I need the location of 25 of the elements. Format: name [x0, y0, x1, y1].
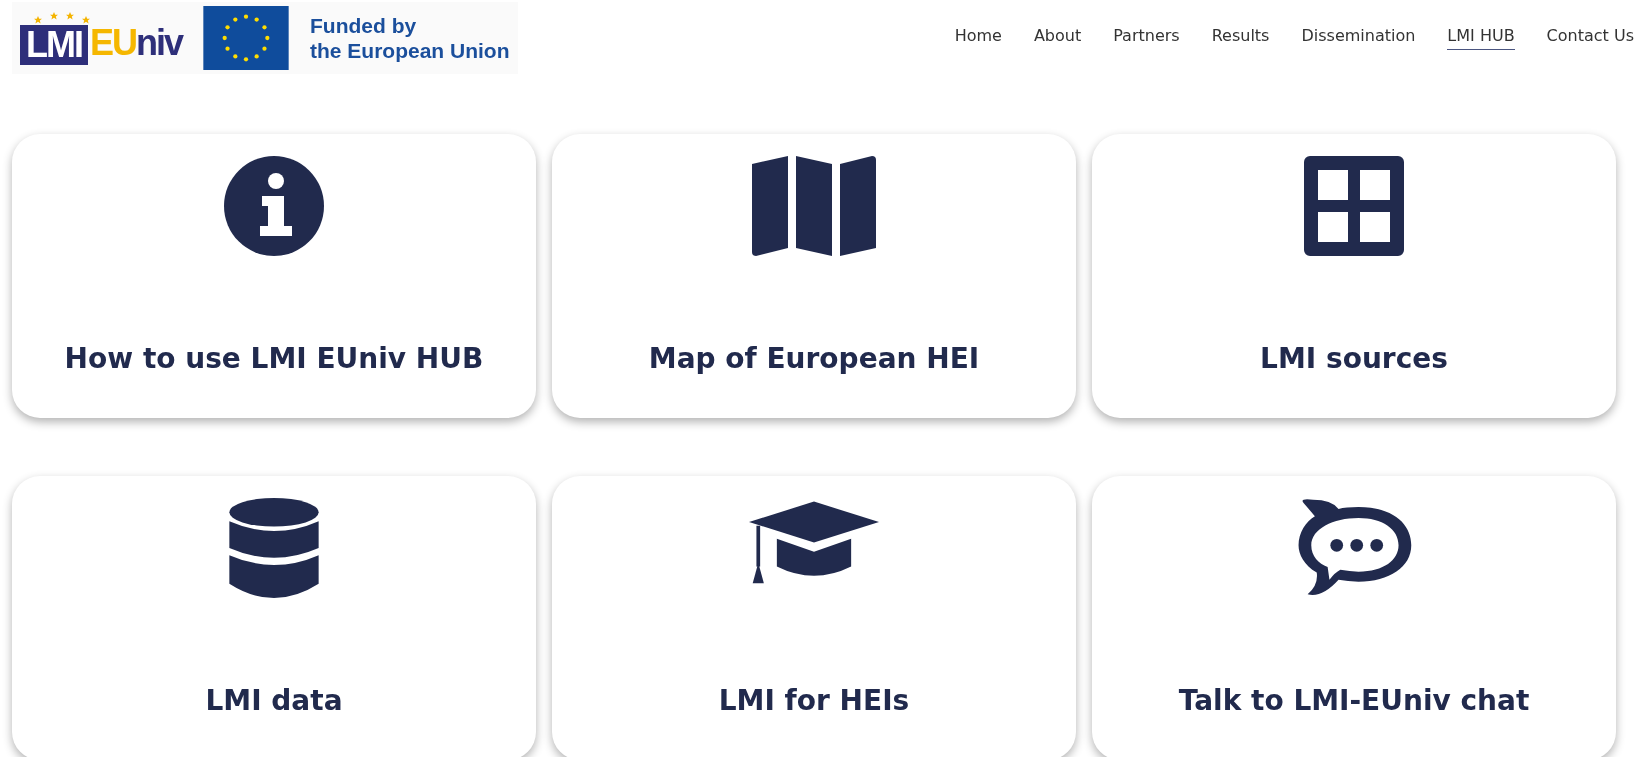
card-title: Map of European HEI: [648, 342, 980, 375]
hub-card[interactable]: LMI data: [12, 476, 536, 757]
nav-link[interactable]: Contact Us: [1546, 26, 1634, 50]
funded-text: Funded by: [310, 12, 418, 38]
card-title: Talk to LMI-EUniv chat: [1178, 684, 1530, 717]
grid-icon: [1304, 156, 1404, 256]
hub-card[interactable]: LMI for HEIs: [552, 476, 1076, 757]
nav-link[interactable]: Results: [1211, 26, 1270, 50]
card-title: How to use LMI EUniv HUB: [64, 342, 484, 375]
hub-card[interactable]: How to use LMI EUniv HUB: [12, 134, 536, 418]
nav-link[interactable]: Partners: [1113, 26, 1180, 50]
card-title: LMI for HEIs: [718, 684, 910, 717]
card-title: LMI data: [205, 684, 343, 717]
funded-text: the European Union: [310, 38, 510, 64]
hub-card[interactable]: LMI sources: [1092, 134, 1616, 418]
card-title: LMI sources: [1260, 342, 1448, 375]
nav-link[interactable]: Home: [954, 26, 1002, 50]
map-icon: [749, 156, 879, 256]
nav-link[interactable]: Dissemination: [1301, 26, 1416, 50]
info-icon: [224, 156, 324, 256]
hub-card[interactable]: Talk to LMI-EUniv chat: [1092, 476, 1616, 757]
nav-link[interactable]: About: [1033, 26, 1082, 50]
hub-card[interactable]: Map of European HEI: [552, 134, 1076, 418]
nav-link[interactable]: LMI HUB: [1447, 26, 1515, 50]
project-logo[interactable]: LMI EUniv: [20, 11, 182, 65]
